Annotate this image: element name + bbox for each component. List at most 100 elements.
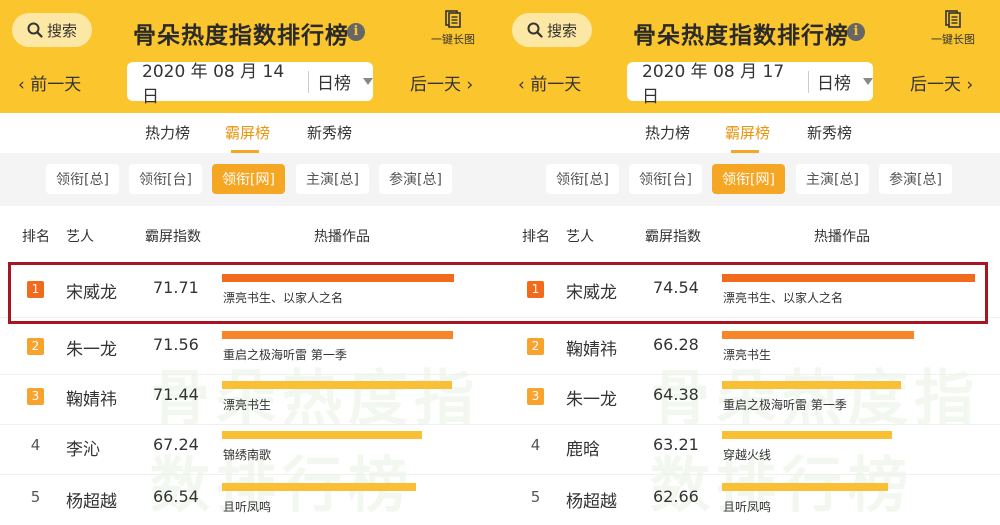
document-icon	[445, 10, 461, 28]
featured-work: 重启之极海听雷 第一季	[723, 398, 847, 412]
rank-badge: 3	[527, 388, 544, 405]
caret-down-icon	[363, 78, 373, 85]
column-header: 热播作品	[314, 229, 370, 245]
prev-day-button[interactable]: ‹ 前一天	[518, 70, 581, 95]
tab-3[interactable]: 新秀榜	[307, 122, 352, 143]
column-header: 排名	[522, 229, 550, 245]
table-row[interactable]: 1 宋威龙 71.71 漂亮书生、以家人之名	[0, 268, 500, 318]
table-row[interactable]: 4 李沁 67.24 锦绣南歌	[0, 425, 500, 475]
score-bar	[722, 431, 892, 439]
rank-number: 5	[30, 488, 41, 506]
score-bar	[722, 381, 901, 389]
filter-bar: 领衔[总] 领衔[台] 领衔[网] 主演[总] 参演[总]	[0, 153, 500, 206]
featured-work: 漂亮书生	[723, 348, 772, 362]
prev-day-button[interactable]: ‹ 前一天	[18, 70, 81, 95]
table-row[interactable]: 3 鞠婧祎 71.44 漂亮书生	[0, 375, 500, 425]
score-value: 63.21	[653, 435, 699, 454]
table-row[interactable]: 5 杨超越 66.54 且听凤鸣	[0, 477, 500, 525]
tab-1[interactable]: 热力榜	[645, 122, 690, 143]
caret-down-icon	[863, 78, 873, 85]
featured-work: 重启之极海听雷 第一季	[223, 348, 347, 362]
filter-button[interactable]: 参演[总]	[379, 164, 452, 194]
search-icon	[527, 22, 543, 38]
score-bar	[722, 331, 914, 339]
ranking-panel: 骨朵热度指数排行榜 搜索 骨朵热度指数排行榜 i 一键长图 ‹ 前一天 后一天 › 2020 …	[500, 0, 1000, 525]
table-row[interactable]: 1 宋威龙 74.54 漂亮书生、以家人之名	[500, 268, 1000, 318]
score-bar	[222, 431, 422, 439]
next-day-button[interactable]: 后一天 ›	[410, 70, 473, 95]
column-header: 排名	[22, 229, 50, 245]
prev-day-label: 前一天	[30, 75, 82, 95]
score-bar	[722, 274, 975, 282]
info-icon[interactable]: i	[847, 23, 865, 41]
featured-work: 漂亮书生、以家人之名	[223, 291, 344, 305]
filter-bar: 领衔[总] 领衔[台] 领衔[网] 主演[总] 参演[总]	[500, 153, 1000, 206]
filter-button[interactable]: 主演[总]	[296, 164, 369, 194]
next-day-label: 后一天	[910, 75, 961, 95]
rank-badge: 1	[527, 281, 544, 298]
score-bar	[222, 274, 454, 282]
next-day-button[interactable]: 后一天 ›	[910, 70, 973, 95]
filter-button[interactable]: 领衔[总]	[46, 164, 119, 194]
long-image-button[interactable]: 一键长图	[923, 10, 983, 47]
score-bar	[222, 381, 452, 389]
search-button[interactable]: 搜索	[512, 13, 592, 47]
filter-button[interactable]: 领衔[台]	[629, 164, 702, 194]
score-value: 71.44	[153, 385, 199, 404]
page-title: 骨朵热度指数排行榜	[633, 23, 849, 49]
table-row[interactable]: 4 鹿晗 63.21 穿越火线	[500, 425, 1000, 475]
search-button[interactable]: 搜索	[12, 13, 92, 47]
date-picker[interactable]: 2020 年 08 月 14 日 日榜	[127, 62, 373, 107]
column-header: 热播作品	[814, 229, 870, 245]
featured-work: 穿越火线	[723, 448, 772, 462]
filter-button[interactable]: 领衔[台]	[129, 164, 202, 194]
tab-1[interactable]: 热力榜	[145, 122, 190, 143]
row-divider	[0, 474, 500, 475]
score-value: 71.56	[153, 335, 199, 354]
tab-2[interactable]: 霸屏榜	[725, 122, 770, 143]
featured-work: 漂亮书生、以家人之名	[723, 291, 844, 305]
info-icon[interactable]: i	[347, 23, 365, 41]
date-divider	[808, 70, 809, 93]
tab-3[interactable]: 新秀榜	[807, 122, 852, 143]
artist-name: 李沁	[66, 440, 100, 460]
date-picker[interactable]: 2020 年 08 月 17 日 日榜	[627, 62, 873, 107]
date-value: 2020 年 08 月 17 日	[642, 61, 785, 107]
period-select[interactable]: 日榜	[817, 69, 857, 94]
tab-bar: 热力榜 霸屏榜 新秀榜	[0, 113, 500, 153]
rank-number: 4	[30, 436, 41, 454]
table-row[interactable]: 5 杨超越 62.66 且听凤鸣	[500, 477, 1000, 525]
score-bar	[222, 483, 416, 491]
row-divider	[0, 317, 500, 318]
artist-name: 鞠婧祎	[566, 340, 617, 360]
prev-day-label: 前一天	[530, 75, 582, 95]
score-value: 67.24	[153, 435, 199, 454]
filter-button[interactable]: 领衔[网]	[712, 164, 785, 194]
rank-badge: 1	[27, 281, 44, 298]
featured-work: 且听凤鸣	[223, 500, 272, 514]
artist-name: 宋威龙	[66, 283, 117, 303]
featured-work: 锦绣南歌	[223, 448, 272, 462]
table-row[interactable]: 2 鞠婧祎 66.28 漂亮书生	[500, 325, 1000, 375]
score-value: 66.28	[653, 335, 699, 354]
artist-name: 鹿晗	[566, 440, 600, 460]
chevron-left-icon: ‹	[18, 75, 25, 95]
score-value: 66.54	[153, 487, 199, 506]
tab-2[interactable]: 霸屏榜	[225, 122, 270, 143]
table-row[interactable]: 3 朱一龙 64.38 重启之极海听雷 第一季	[500, 375, 1000, 425]
filter-button[interactable]: 参演[总]	[879, 164, 952, 194]
period-select[interactable]: 日榜	[317, 69, 357, 94]
filter-button[interactable]: 主演[总]	[796, 164, 869, 194]
date-divider	[308, 70, 309, 93]
filter-button[interactable]: 领衔[总]	[546, 164, 619, 194]
artist-name: 宋威龙	[566, 283, 617, 303]
tab-bar: 热力榜 霸屏榜 新秀榜	[500, 113, 1000, 153]
table-row[interactable]: 2 朱一龙 71.56 重启之极海听雷 第一季	[0, 325, 500, 375]
score-value: 64.38	[653, 385, 699, 404]
long-image-button[interactable]: 一键长图	[423, 10, 483, 47]
header: 搜索 骨朵热度指数排行榜 i 一键长图 ‹ 前一天 后一天 › 2020 年 08 月 14…	[0, 0, 500, 113]
column-header: 艺人	[566, 229, 594, 245]
row-divider	[500, 317, 1000, 318]
filter-button[interactable]: 领衔[网]	[212, 164, 285, 194]
featured-work: 漂亮书生	[223, 398, 272, 412]
